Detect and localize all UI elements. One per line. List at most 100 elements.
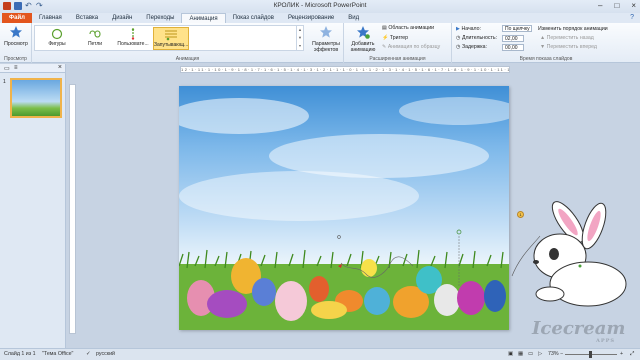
status-bar: Слайд 1 из 1 "Тема Office" ✓ русский ▣ ▦…: [0, 348, 640, 360]
gallery-item-label: Запутывающ...: [154, 42, 189, 48]
start-label-text: Начало:: [461, 26, 481, 32]
custom-path-icon: [131, 28, 135, 40]
move-later-button[interactable]: ▼ Переместить вперед: [540, 44, 597, 50]
watermark-brand: Icecream: [532, 318, 626, 339]
help-icon[interactable]: ?: [630, 14, 634, 21]
arrow-up-icon: ▲: [540, 35, 546, 41]
tab-file[interactable]: Файл: [2, 13, 32, 23]
advanced-group-label: Расширенная анимация: [369, 56, 426, 62]
title-bar: ↶ ↷ КРОЛИК - Microsoft PowerPoint – □ ×: [0, 0, 640, 13]
delay-label-text: Задержка:: [461, 44, 487, 50]
reading-view-icon[interactable]: ▭: [528, 349, 533, 360]
window-title: КРОЛИК - Microsoft PowerPoint: [273, 2, 367, 9]
minimize-icon[interactable]: –: [598, 1, 602, 10]
zoom-slider-handle[interactable]: [589, 351, 592, 358]
maximize-icon[interactable]: □: [614, 1, 619, 10]
gallery-item-label: Пользовате...: [117, 41, 149, 47]
tab-view[interactable]: Вид: [341, 13, 366, 23]
tab-slideshow[interactable]: Показ слайдов: [226, 13, 281, 23]
tab-design[interactable]: Дизайн: [105, 13, 139, 23]
slide-thumbnail[interactable]: [10, 78, 62, 118]
clock-icon: ◷: [456, 35, 461, 41]
ribbon-tabs: Файл Главная Вставка Дизайн Переходы Ани…: [0, 13, 640, 23]
normal-view-icon[interactable]: ▣: [508, 349, 513, 360]
duration-label: ◷ Длительность:: [456, 35, 497, 41]
animation-group: Фигуры Петли Пользовате... Запутывающ...…: [32, 23, 344, 63]
gallery-item-tangle[interactable]: Запутывающ...: [153, 27, 189, 50]
ribbon: Просмотр Просмотр Фигуры Петли Пользоват…: [0, 23, 640, 63]
animation-pane-icon: ▤: [382, 25, 387, 31]
delay-label: ◷ Задержка:: [456, 44, 487, 50]
animation-gallery: Фигуры Петли Пользовате... Запутывающ...…: [34, 25, 304, 51]
effect-options-button[interactable]: Параметры эффектов: [308, 25, 344, 53]
delay-icon: ◷: [456, 44, 461, 50]
gallery-item-label: Фигуры: [48, 41, 66, 47]
status-language[interactable]: русский: [96, 349, 115, 360]
advanced-animation-group: Добавить анимацию ▤ Область анимации ⚡ Т…: [344, 23, 452, 63]
preview-label: Просмотр: [4, 41, 28, 47]
trigger-label: Триггер: [389, 35, 409, 41]
timing-group: ▶ Начало: По щелчку ◷ Длительность: 02,0…: [452, 23, 640, 63]
tab-transitions[interactable]: Переходы: [139, 13, 181, 23]
close-icon[interactable]: ×: [631, 1, 636, 10]
start-select[interactable]: По щелчку: [502, 25, 532, 32]
tab-home[interactable]: Главная: [32, 13, 69, 23]
watermark-sub: APPS: [596, 338, 616, 344]
duration-field[interactable]: 02,00: [502, 35, 524, 42]
zoom-in-icon[interactable]: +: [620, 349, 623, 360]
animation-painter-label: Анимация по образцу: [387, 44, 441, 50]
gallery-scroll[interactable]: ▲ ▼ ▾: [296, 26, 303, 50]
spellcheck-icon[interactable]: ✓: [86, 349, 90, 360]
tab-insert[interactable]: Вставка: [69, 13, 105, 23]
loops-icon: [89, 30, 101, 38]
play-icon: ▶: [456, 26, 460, 32]
slides-tab-icon[interactable]: ▭: [4, 65, 10, 72]
trigger-button[interactable]: ⚡ Триггер: [382, 35, 408, 41]
delay-field[interactable]: 00,00: [502, 44, 524, 51]
animation-group-label: Анимация: [175, 56, 200, 62]
preview-group-label: Просмотр: [4, 56, 27, 62]
slides-pane-tabs: ▭ ≡ ×: [0, 64, 65, 73]
status-theme: "Тема Office": [42, 351, 74, 357]
horizontal-ruler: 12·1·11·1·10·1·9·1·8·1·7·1·6·1·5·1·4·1·3…: [180, 66, 510, 73]
slide-number: 1: [3, 79, 6, 85]
slides-pane: ▭ ≡ × 1: [0, 64, 66, 348]
lightning-icon: ⚡: [382, 35, 389, 41]
fit-window-icon[interactable]: ⤢: [630, 349, 634, 360]
add-animation-button[interactable]: Добавить анимацию: [348, 25, 378, 53]
close-pane-icon[interactable]: ×: [58, 64, 62, 71]
status-zoom: 73%: [548, 351, 559, 357]
timing-group-label: Время показа слайдов: [519, 56, 573, 62]
animation-painter-button[interactable]: ✎ Анимация по образцу: [382, 44, 440, 50]
arrow-down-icon: ▼: [540, 44, 546, 50]
slide-artwork: [179, 97, 509, 330]
move-earlier-button[interactable]: ▲ Переместить назад: [540, 35, 594, 41]
slideshow-view-icon[interactable]: ▷: [538, 349, 542, 360]
bunny-graphic[interactable]: [510, 196, 640, 314]
zoom-out-icon[interactable]: −: [560, 349, 563, 360]
start-label: ▶ Начало:: [456, 26, 481, 32]
slide-canvas[interactable]: [179, 86, 509, 330]
preview-button[interactable]: Просмотр: [2, 25, 30, 47]
gallery-item-loops[interactable]: Петли: [77, 27, 113, 50]
tab-review[interactable]: Рецензирование: [281, 13, 341, 23]
sorter-view-icon[interactable]: ▦: [518, 349, 523, 360]
animation-pane-label: Область анимации: [388, 25, 435, 31]
status-slide-count: Слайд 1 из 1: [4, 351, 36, 357]
effect-options-icon: [320, 26, 332, 38]
gallery-item-custom[interactable]: Пользовате...: [115, 27, 151, 50]
reorder-label: Изменить порядок анимации: [538, 26, 608, 32]
gallery-item-shapes[interactable]: Фигуры: [39, 27, 75, 50]
star-icon: [10, 26, 22, 38]
add-animation-label: Добавить анимацию: [350, 41, 376, 53]
tab-animations[interactable]: Анимация: [181, 13, 226, 23]
add-animation-icon: [357, 26, 370, 39]
vertical-ruler: [69, 84, 76, 334]
gallery-item-label: Петли: [87, 41, 103, 47]
effect-options-label: Параметры эффектов: [312, 41, 340, 53]
watermark: Icecream APPS: [532, 318, 632, 348]
outline-tab-icon[interactable]: ≡: [14, 65, 18, 71]
animation-pane-button[interactable]: ▤ Область анимации: [382, 25, 434, 31]
move-later-label: Переместить вперед: [546, 44, 597, 50]
shapes-icon: [51, 28, 63, 40]
